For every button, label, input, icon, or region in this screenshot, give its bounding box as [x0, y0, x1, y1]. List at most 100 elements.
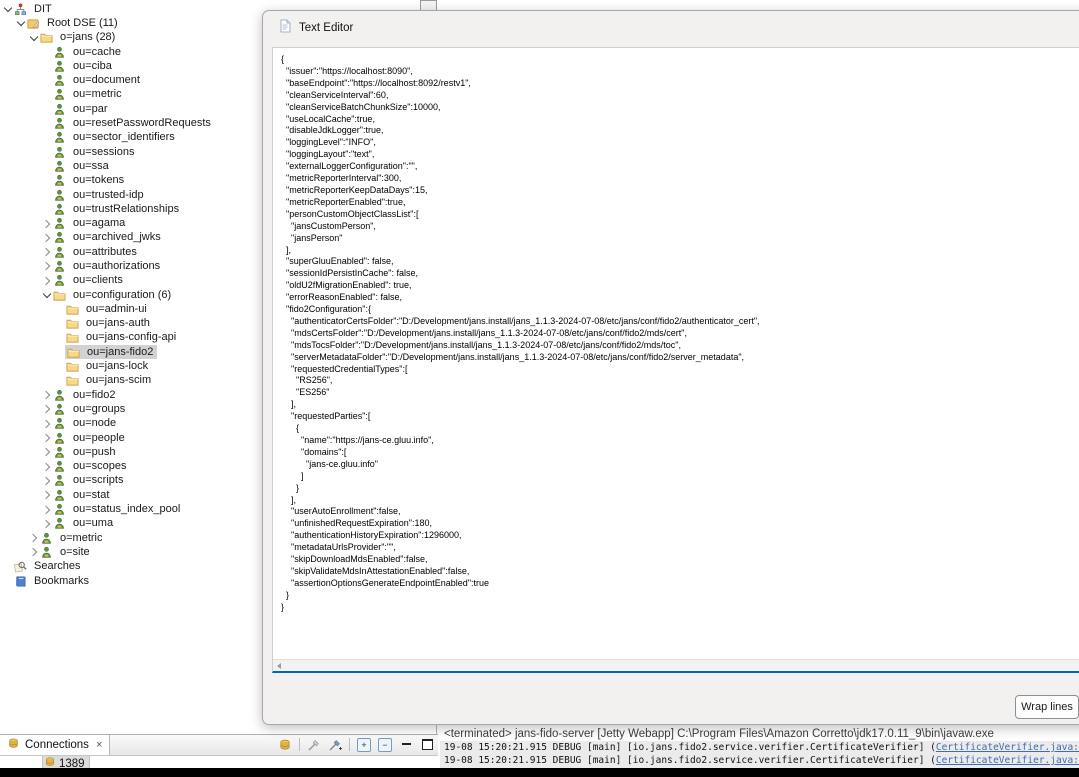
- tab-connections[interactable]: Connections ×: [0, 735, 110, 755]
- close-connection-button[interactable]: [327, 737, 343, 753]
- expand-arrow-icon[interactable]: [41, 390, 52, 401]
- collapse-arrow-icon[interactable]: [41, 290, 52, 301]
- expand-arrow-icon[interactable]: [41, 504, 52, 515]
- expand-arrow-icon[interactable]: [41, 404, 52, 415]
- tree-item-label: ou=archived_jwks: [70, 231, 164, 244]
- folder-icon: [65, 302, 79, 316]
- new-connection-button[interactable]: [277, 737, 293, 753]
- ou-icon: [52, 88, 66, 102]
- connections-icon: [7, 737, 20, 753]
- tree-item-label: ou=authorizations: [70, 260, 163, 273]
- tree-item-label: ou=ssa: [70, 160, 112, 173]
- tree-item-label: ou=clients: [70, 274, 126, 287]
- tree-item-label: Bookmarks: [31, 575, 92, 588]
- indent-spacer: [41, 75, 52, 86]
- folder-icon: [39, 31, 53, 45]
- folder-icon: [65, 331, 79, 345]
- expand-all-button[interactable]: +: [356, 737, 372, 753]
- json-content[interactable]: { "issuer":"https://localhost:8090", "ba…: [273, 48, 1079, 614]
- ou-icon: [52, 202, 66, 216]
- tree-item-label: ou=scripts: [70, 474, 126, 487]
- ou-icon: [52, 488, 66, 502]
- folder-icon: [65, 374, 79, 388]
- expand-arrow-icon[interactable]: [41, 433, 52, 444]
- tree-item-label: ou=trustRelationships: [70, 203, 182, 216]
- tree-item-label: ou=ciba: [70, 60, 115, 73]
- ou-icon: [52, 274, 66, 288]
- indent-spacer: [41, 132, 52, 143]
- indent-spacer: [54, 304, 65, 315]
- expand-arrow-icon[interactable]: [41, 475, 52, 486]
- log-source-link[interactable]: CertificateVerifier.java:17: [936, 755, 1079, 766]
- expand-arrow-icon[interactable]: [41, 461, 52, 472]
- tree-item-label: ou=scopes: [70, 460, 130, 473]
- expand-arrow-icon[interactable]: [41, 418, 52, 429]
- expand-arrow-icon[interactable]: [41, 518, 52, 529]
- tree-item-label: ou=trusted-idp: [70, 189, 147, 202]
- minimize-button[interactable]: [398, 737, 414, 753]
- console-process-title: <terminated> jans-fido-server [Jetty Web…: [440, 725, 1079, 741]
- expand-arrow-icon[interactable]: [41, 447, 52, 458]
- collapse-arrow-icon[interactable]: [2, 4, 13, 15]
- tree-item-label: ou=groups: [70, 403, 128, 416]
- bottom-black-bar: [0, 768, 1079, 777]
- expand-arrow-icon[interactable]: [28, 547, 39, 558]
- expand-arrow-icon[interactable]: [28, 533, 39, 544]
- collapse-all-button[interactable]: −: [377, 737, 393, 753]
- ou-icon: [52, 59, 66, 73]
- expand-arrow-icon[interactable]: [41, 232, 52, 243]
- toolbar-separator: [349, 738, 350, 751]
- ou-icon: [52, 117, 66, 131]
- folder-icon: [65, 360, 79, 374]
- tree-item-label: o=site: [57, 546, 93, 559]
- ou-icon: [52, 174, 66, 188]
- ou-icon: [52, 231, 66, 245]
- expand-arrow-icon[interactable]: [41, 275, 52, 286]
- horizontal-scrollbar[interactable]: [273, 659, 1079, 671]
- connections-panel: Connections × +− 1389: [0, 734, 438, 768]
- tree-item-label: o=metric: [57, 532, 106, 545]
- open-connection-button[interactable]: [306, 737, 322, 753]
- tree-item-label: ou=sessions: [70, 146, 137, 159]
- ou-icon: [52, 131, 66, 145]
- conn-icon: [278, 738, 292, 752]
- indent-spacer: [41, 47, 52, 58]
- ou-icon: [39, 531, 53, 545]
- close-tab-icon[interactable]: ×: [96, 739, 102, 751]
- ou-icon: [52, 417, 66, 431]
- collapse-arrow-icon[interactable]: [28, 32, 39, 43]
- expand-arrow-icon[interactable]: [41, 490, 52, 501]
- console-log: 19-08 15:20:21.915 DEBUG [main] [io.jans…: [440, 741, 1079, 769]
- indent-spacer: [54, 361, 65, 372]
- expand-arrow-icon[interactable]: [41, 218, 52, 229]
- indent-spacer: [41, 204, 52, 215]
- text-editor-header: Text Editor: [263, 11, 1079, 36]
- collapse-arrow-icon[interactable]: [15, 18, 26, 29]
- tree-item-label: ou=jans-auth: [83, 317, 153, 330]
- tree-item-label: ou=status_index_pool: [70, 503, 183, 516]
- maximize-button[interactable]: [419, 737, 435, 753]
- wrap-lines-button[interactable]: Wrap lines: [1015, 695, 1079, 719]
- expand-arrow-icon[interactable]: [41, 261, 52, 272]
- minimize-icon: [402, 740, 411, 745]
- indent-spacer: [41, 175, 52, 186]
- text-editor-title: Text Editor: [299, 22, 353, 34]
- tree-item-label: ou=push: [70, 446, 119, 459]
- log-source-link[interactable]: CertificateVerifier.java:17: [936, 742, 1079, 753]
- json-text-area[interactable]: { "issuer":"https://localhost:8090", "ba…: [272, 47, 1079, 673]
- connections-tab-bar: Connections × +−: [0, 735, 438, 756]
- connections-toolbar: +−: [277, 735, 435, 754]
- folder-icon: [65, 317, 79, 331]
- tree-item-label: ou=sector_identifiers: [70, 131, 178, 144]
- expand-arrow-icon[interactable]: [41, 247, 52, 258]
- toolbar-separator: [299, 738, 300, 751]
- searches-icon: [13, 560, 27, 574]
- tree-item-label: Searches: [31, 560, 83, 573]
- ou-icon: [52, 102, 66, 116]
- plug-open-icon: [307, 738, 321, 752]
- ou-icon: [52, 159, 66, 173]
- ou-icon: [52, 145, 66, 159]
- scroll-left-arrow-icon[interactable]: [277, 663, 281, 669]
- ou-icon: [39, 545, 53, 559]
- tree-item-label: ou=jans-fido2: [84, 346, 156, 359]
